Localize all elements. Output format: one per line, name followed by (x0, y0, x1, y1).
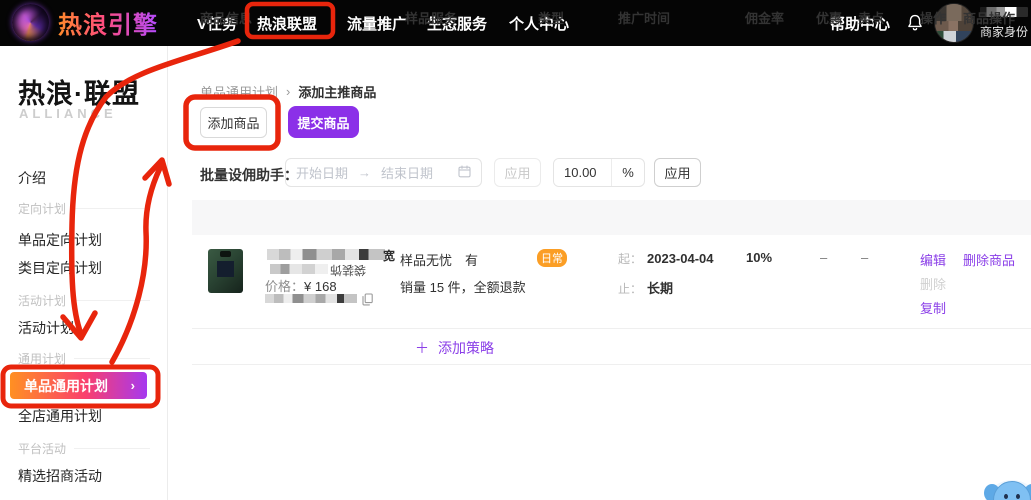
sidebar-section-directed-plans: 定向计划 (18, 200, 150, 217)
selling-point-value: – (861, 250, 869, 265)
discount-value: – (820, 250, 828, 265)
apply-date-button[interactable]: 应用 (494, 158, 541, 187)
section-rule (74, 300, 150, 301)
range-arrow-icon: → (358, 165, 372, 180)
sidebar-item-activity-plan[interactable]: 活动计划 (18, 318, 74, 338)
sidebar-section-platform-activities: 平台活动 (18, 440, 150, 457)
section-label: 定向计划 (18, 202, 67, 216)
chevron-right-icon: › (130, 378, 135, 393)
section-label: 通用计划 (18, 352, 67, 366)
app-logo[interactable]: 热浪引擎 (12, 4, 158, 41)
chat-mascot-icon[interactable] (982, 476, 1031, 500)
add-strategy-link[interactable]: ＋ 添加策略 (415, 338, 494, 358)
plus-icon: ＋ (415, 340, 429, 356)
copy-link[interactable]: 复制 (920, 298, 946, 317)
calendar-icon (458, 164, 471, 181)
col-operations: 操作 (920, 11, 947, 26)
promo-end-value: 长期 (647, 281, 674, 296)
product-id-redacted (265, 294, 357, 303)
section-rule (74, 448, 150, 449)
breadcrumb-parent[interactable]: 单品通用计划 (200, 82, 278, 101)
sample-service-line2: 销量 15 件，全额退款 (400, 280, 526, 295)
product-title-redacted-line1 (267, 249, 385, 260)
col-promo-time: 推广时间 (618, 11, 671, 26)
table-header (192, 200, 1031, 235)
sidebar-brand-subtitle: ALLIANCE (19, 106, 117, 121)
thumbnail-detail (220, 251, 231, 257)
mascot-eye (1016, 494, 1020, 499)
breadcrumb-current: 添加主推商品 (298, 85, 377, 100)
active-item-label: 单品通用计划 (24, 377, 108, 394)
sample-service-line1: 样品无忧 有 (400, 253, 479, 268)
commission-rate-field: % (553, 158, 645, 187)
mascot-eye (1004, 494, 1008, 499)
product-thumbnail[interactable] (208, 249, 243, 293)
date-range-picker[interactable]: 开始日期 → 结束日期 (285, 158, 482, 187)
col-discount: 优惠 (816, 11, 843, 26)
breadcrumb: 单品通用计划 › 添加主推商品 (200, 82, 376, 101)
section-label: 活动计划 (18, 294, 67, 308)
promo-end: 止： 长期 (618, 278, 673, 297)
col-selling-point: 卖点 (858, 11, 885, 26)
product-title-redacted-line2 (270, 264, 328, 274)
col-product-operations: 商品操作 (963, 11, 1016, 26)
promo-start-value: 2023-04-04 (647, 251, 714, 266)
promo-start: 起： 2023-04-04 (618, 250, 714, 267)
section-divider (192, 364, 1031, 365)
submit-product-button[interactable]: 提交商品 (288, 106, 359, 138)
sidebar-item-category-directed-plan[interactable]: 类目定向计划 (18, 258, 102, 278)
price-label: 价格： (265, 279, 305, 294)
edit-link[interactable]: 编辑 (920, 250, 946, 269)
sidebar-item-single-general-plan-active[interactable]: 单品通用计划 › (10, 372, 147, 399)
col-product-info: 商品信息 (200, 11, 253, 26)
start-date-placeholder: 开始日期 (296, 166, 349, 181)
section-label: 平台活动 (18, 442, 67, 456)
end-date-placeholder: 结束日期 (381, 166, 434, 181)
add-product-button[interactable]: 添加商品 (200, 107, 267, 138)
col-type: 类型 (538, 11, 565, 26)
promo-end-label: 止： (618, 282, 643, 296)
commission-rate-input[interactable] (554, 159, 611, 186)
percent-unit-label: % (611, 159, 644, 186)
logo-text: 热浪引擎 (58, 5, 158, 40)
breadcrumb-separator: › (286, 84, 291, 99)
price-line: 价格：¥ 168 (265, 276, 337, 295)
apply-rate-button[interactable]: 应用 (654, 158, 701, 187)
commission-value: 10% (746, 250, 773, 265)
sidebar: 热浪·联盟 ALLIANCE 介绍 定向计划 单品定向计划 类目定向计划 活动计… (0, 46, 168, 500)
delete-link-disabled[interactable]: 删除 (920, 274, 946, 293)
col-sample-service: 样品服务 (405, 11, 458, 26)
col-commission-rate: 佣金率 (745, 11, 785, 26)
thumbnail-detail (217, 261, 234, 277)
copy-icon[interactable] (362, 293, 373, 306)
add-strategy-label: 添加策略 (438, 340, 494, 356)
price-value: ¥ 168 (304, 279, 337, 294)
sidebar-item-selected-merchant-activities[interactable]: 精选招商活动 (18, 466, 102, 486)
row-divider (192, 328, 1031, 329)
nav-item-traffic-promotion[interactable]: 流量推广 (347, 0, 407, 46)
delete-product-link[interactable]: 删除商品 (963, 250, 1015, 269)
sidebar-item-store-general-plan[interactable]: 全店通用计划 (18, 406, 102, 426)
sidebar-section-activity-plans: 活动计划 (18, 292, 150, 309)
nav-item-relang-alliance[interactable]: 热浪联盟 (257, 0, 317, 46)
logo-orb-icon (12, 4, 49, 41)
sidebar-section-general-plans: 通用计划 (18, 350, 150, 367)
sidebar-item-single-directed-plan[interactable]: 单品定向计划 (18, 230, 102, 250)
product-title-fragment1: 宽 (383, 249, 396, 263)
type-badge: 日常 (537, 249, 567, 267)
batch-commission-label: 批量设佣助手： (200, 167, 298, 183)
section-rule (74, 358, 150, 359)
sidebar-item-intro[interactable]: 介绍 (18, 168, 46, 188)
section-rule (74, 208, 150, 209)
promo-start-label: 起： (618, 252, 643, 266)
